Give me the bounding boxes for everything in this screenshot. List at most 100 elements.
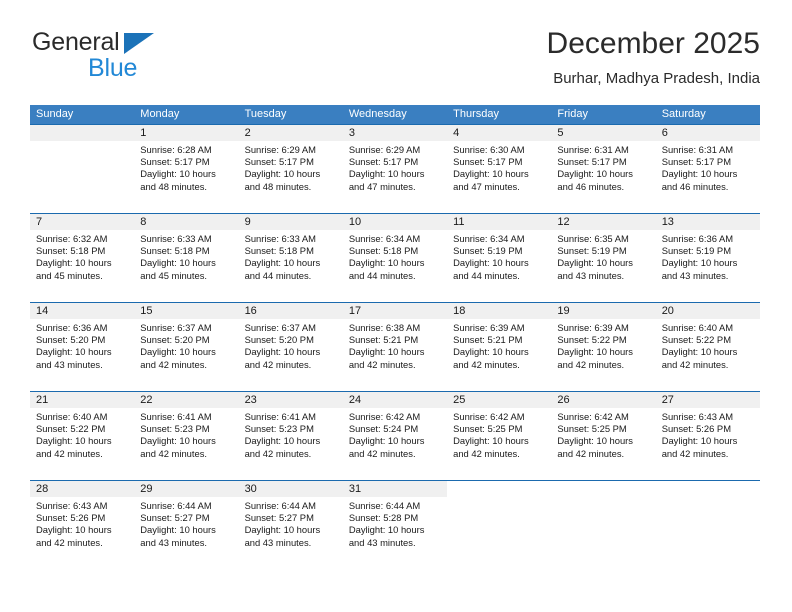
daylight-text: Daylight: 10 hours and 42 minutes. — [348, 435, 425, 459]
sunset-text: Sunset: 5:18 PM — [140, 245, 210, 257]
daylight-text: Daylight: 10 hours and 43 minutes. — [244, 524, 321, 548]
day-cell-3[interactable]: 3 Sunrise: 6:29 AM Sunset: 5:17 PM Daylight… — [342, 125, 448, 213]
day-number: 31 — [342, 481, 448, 497]
sunset-text: Sunset: 5:20 PM — [36, 334, 106, 346]
day-number: 2 — [238, 125, 343, 141]
day-number: 17 — [342, 303, 448, 319]
daylight-text: Daylight: 10 hours and 46 minutes. — [661, 168, 738, 192]
day-cell-31[interactable]: 31 Sunrise: 6:44 AM Sunset: 5:28 PM Dayligh… — [342, 481, 448, 570]
day-cell-26[interactable]: 26 Sunrise: 6:42 AM Sunset: 5:25 PM Dayligh… — [551, 392, 656, 480]
logo-triangle-icon — [124, 33, 154, 54]
weekday-header-row: Sunday Monday Tuesday Wednesday Thursday Frid… — [30, 105, 760, 124]
day-details: Sunrise: 6:29 AM Sunset: 5:17 PM Daylight:… — [239, 141, 343, 193]
day-cell-5[interactable]: 5 Sunrise: 6:31 AM Sunset: 5:17 PM Daylight… — [551, 125, 656, 213]
day-cell-23[interactable]: 23 Sunrise: 6:41 AM Sunset: 5:23 PM Dayligh… — [238, 392, 343, 480]
day-number: 11 — [447, 214, 552, 230]
day-cell-16[interactable]: 16 Sunrise: 6:37 AM Sunset: 5:20 PM Dayligh… — [238, 303, 343, 391]
sunrise-text: Sunrise: 6:39 AM — [557, 322, 629, 333]
sunrise-text: Sunrise: 6:44 AM — [244, 500, 316, 511]
calendar-week-row: 21 Sunrise: 6:40 AM Sunset: 5:22 PM Dayligh… — [30, 391, 760, 480]
day-number: 26 — [551, 392, 656, 408]
day-cell-22[interactable]: 22 Sunrise: 6:41 AM Sunset: 5:23 PM Dayligh… — [134, 392, 239, 480]
day-number: 29 — [134, 481, 239, 497]
sunset-text: Sunset: 5:24 PM — [348, 423, 419, 435]
day-cell-20[interactable]: 20 Sunrise: 6:40 AM Sunset: 5:22 PM Dayligh… — [655, 303, 760, 391]
day-cell-27[interactable]: 27 Sunrise: 6:43 AM Sunset: 5:26 PM Dayligh… — [655, 392, 760, 480]
day-cell-15[interactable]: 15 Sunrise: 6:37 AM Sunset: 5:20 PM Dayligh… — [134, 303, 239, 391]
day-details: Sunrise: 6:37 AM Sunset: 5:20 PM Daylight:… — [239, 319, 343, 371]
sunset-text: Sunset: 5:17 PM — [557, 156, 627, 168]
sunrise-text: Sunrise: 6:33 AM — [140, 233, 212, 244]
sunset-text: Sunset: 5:19 PM — [661, 245, 731, 257]
sunset-text: Sunset: 5:19 PM — [557, 245, 627, 257]
sunset-text: Sunset: 5:19 PM — [453, 245, 523, 257]
day-cell-empty — [30, 125, 135, 213]
daylight-text: Daylight: 10 hours and 42 minutes. — [557, 435, 633, 459]
day-cell-25[interactable]: 25 Sunrise: 6:42 AM Sunset: 5:25 PM Dayligh… — [447, 392, 552, 480]
weekday-header-monday: Monday — [140, 108, 180, 120]
sunrise-text: Sunrise: 6:36 AM — [36, 322, 108, 333]
day-number: 15 — [134, 303, 239, 319]
daylight-text: Daylight: 10 hours and 42 minutes. — [36, 435, 112, 459]
day-cell-2[interactable]: 2 Sunrise: 6:29 AM Sunset: 5:17 PM Daylight… — [238, 125, 343, 213]
day-details: Sunrise: 6:34 AM Sunset: 5:19 PM Daylight:… — [447, 230, 551, 282]
day-cell-21[interactable]: 21 Sunrise: 6:40 AM Sunset: 5:22 PM Dayligh… — [30, 392, 135, 480]
day-number: 21 — [30, 392, 135, 408]
day-cell-13[interactable]: 13 Sunrise: 6:36 AM Sunset: 5:19 PM Dayligh… — [655, 214, 760, 302]
day-cell-18[interactable]: 18 Sunrise: 6:39 AM Sunset: 5:21 PM Dayligh… — [447, 303, 552, 391]
sunrise-text: Sunrise: 6:42 AM — [557, 411, 629, 422]
sunset-text: Sunset: 5:18 PM — [244, 245, 314, 257]
calendar-week-row: 28 Sunrise: 6:43 AM Sunset: 5:26 PM Dayligh… — [30, 480, 760, 570]
day-cell-28[interactable]: 28 Sunrise: 6:43 AM Sunset: 5:26 PM Dayligh… — [30, 481, 135, 570]
daylight-text: Daylight: 10 hours and 45 minutes. — [140, 257, 216, 281]
day-cell-1[interactable]: 1 Sunrise: 6:28 AM Sunset: 5:17 PM Daylight… — [134, 125, 239, 213]
daylight-text: Daylight: 10 hours and 42 minutes. — [453, 435, 529, 459]
title-block: December 2025 Burhar, Madhya Pradesh, In… — [547, 26, 760, 90]
sunset-text: Sunset: 5:26 PM — [36, 512, 106, 524]
day-cell-14[interactable]: 14 Sunrise: 6:36 AM Sunset: 5:20 PM Dayligh… — [30, 303, 135, 391]
page-title: December 2025 — [546, 27, 760, 60]
day-number: 4 — [447, 125, 552, 141]
sunrise-text: Sunrise: 6:44 AM — [140, 500, 212, 511]
sunrise-text: Sunrise: 6:38 AM — [348, 322, 421, 333]
sunset-text: Sunset: 5:27 PM — [140, 512, 210, 524]
calendar-week-row: 7 Sunrise: 6:32 AM Sunset: 5:18 PM Daylight… — [30, 213, 760, 302]
day-number: 27 — [655, 392, 760, 408]
day-number: 1 — [134, 125, 239, 141]
daylight-text: Daylight: 10 hours and 44 minutes. — [348, 257, 425, 281]
general-blue-logo[interactable]: General Blue — [30, 26, 230, 86]
day-number: 23 — [238, 392, 343, 408]
day-cell-4[interactable]: 4 Sunrise: 6:30 AM Sunset: 5:17 PM Daylight… — [447, 125, 552, 213]
daylight-text: Daylight: 10 hours and 42 minutes. — [453, 346, 529, 370]
day-cell-8[interactable]: 8 Sunrise: 6:33 AM Sunset: 5:18 PM Daylight… — [134, 214, 239, 302]
day-cell-17[interactable]: 17 Sunrise: 6:38 AM Sunset: 5:21 PM Dayligh… — [342, 303, 448, 391]
daylight-text: Daylight: 10 hours and 42 minutes. — [661, 435, 738, 459]
daylight-text: Daylight: 10 hours and 43 minutes. — [140, 524, 216, 548]
sunset-text: Sunset: 5:17 PM — [661, 156, 731, 168]
day-cell-29[interactable]: 29 Sunrise: 6:44 AM Sunset: 5:27 PM Dayligh… — [134, 481, 239, 570]
day-cell-10[interactable]: 10 Sunrise: 6:34 AM Sunset: 5:18 PM Dayligh… — [342, 214, 448, 302]
day-number: 8 — [134, 214, 239, 230]
day-cell-9[interactable]: 9 Sunrise: 6:33 AM Sunset: 5:18 PM Daylight… — [238, 214, 343, 302]
sunrise-text: Sunrise: 6:31 AM — [557, 144, 629, 155]
day-number: 12 — [551, 214, 656, 230]
day-cell-30[interactable]: 30 Sunrise: 6:44 AM Sunset: 5:27 PM Dayligh… — [238, 481, 343, 570]
sunrise-text: Sunrise: 6:43 AM — [661, 411, 734, 422]
day-cell-19[interactable]: 19 Sunrise: 6:39 AM Sunset: 5:22 PM Dayligh… — [551, 303, 656, 391]
day-details: Sunrise: 6:31 AM Sunset: 5:17 PM Daylight:… — [656, 141, 760, 193]
sunrise-text: Sunrise: 6:28 AM — [140, 144, 212, 155]
sunset-text: Sunset: 5:23 PM — [140, 423, 210, 435]
sunrise-text: Sunrise: 6:33 AM — [244, 233, 316, 244]
sunset-text: Sunset: 5:17 PM — [348, 156, 419, 168]
sunrise-text: Sunrise: 6:40 AM — [36, 411, 108, 422]
day-details: Sunrise: 6:40 AM Sunset: 5:22 PM Daylight:… — [656, 319, 760, 371]
day-details: Sunrise: 6:43 AM Sunset: 5:26 PM Daylight:… — [656, 408, 760, 460]
day-details: Sunrise: 6:44 AM Sunset: 5:27 PM Daylight:… — [239, 497, 343, 549]
day-cell-11[interactable]: 11 Sunrise: 6:34 AM Sunset: 5:19 PM Dayligh… — [447, 214, 552, 302]
day-cell-empty — [655, 481, 760, 570]
day-cell-7[interactable]: 7 Sunrise: 6:32 AM Sunset: 5:18 PM Daylight… — [30, 214, 135, 302]
day-cell-12[interactable]: 12 Sunrise: 6:35 AM Sunset: 5:19 PM Dayligh… — [551, 214, 656, 302]
day-number — [30, 125, 135, 141]
day-cell-24[interactable]: 24 Sunrise: 6:42 AM Sunset: 5:24 PM Dayligh… — [342, 392, 448, 480]
day-cell-6[interactable]: 6 Sunrise: 6:31 AM Sunset: 5:17 PM Daylight… — [655, 125, 760, 213]
